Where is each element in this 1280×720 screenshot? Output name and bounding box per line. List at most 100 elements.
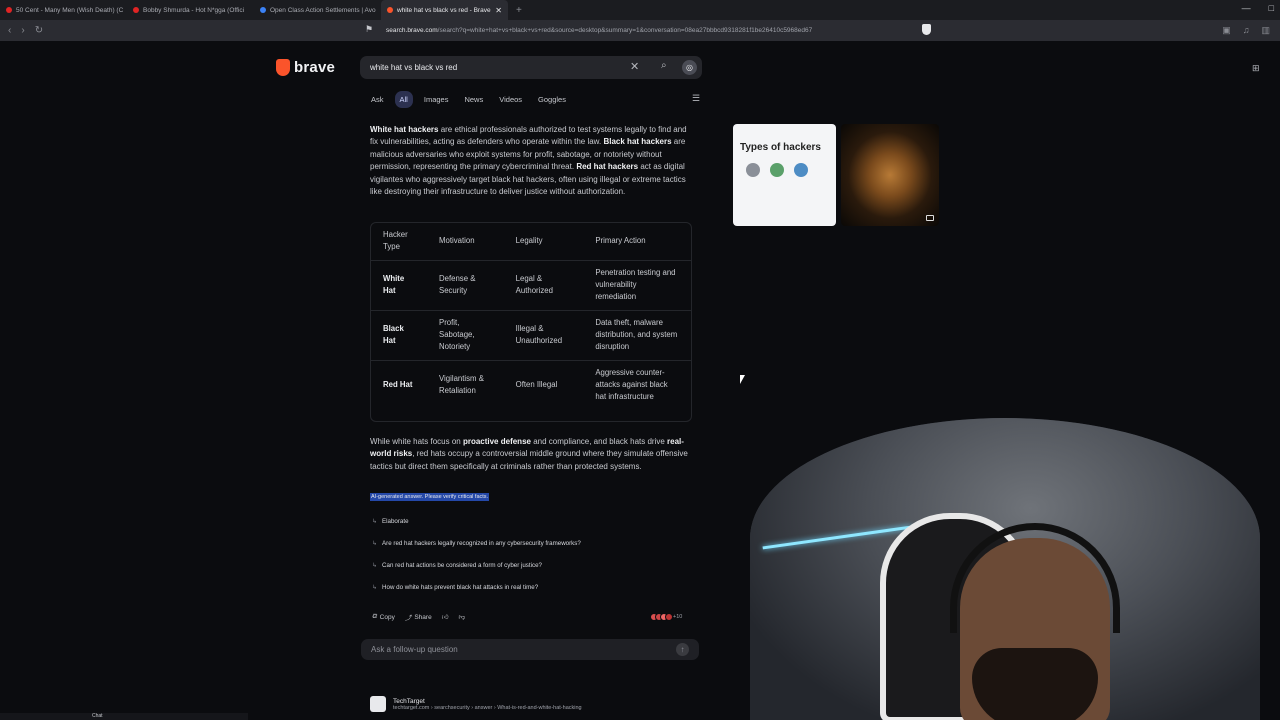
image-icon — [926, 215, 934, 221]
filter-images[interactable]: Images — [419, 91, 454, 108]
followup-chip[interactable]: ↳ Elaborate — [372, 518, 409, 525]
address-bar[interactable]: search.brave.com/search?q=white+hat+vs+b… — [386, 23, 916, 38]
maximize-icon[interactable]: □ — [1269, 3, 1274, 13]
text-run: and compliance, and black hats drive — [530, 437, 668, 446]
column-header: Legality — [502, 223, 583, 261]
mouse-cursor — [740, 375, 745, 384]
music-icon[interactable]: ♫ — [1243, 25, 1250, 36]
followup-chip[interactable]: ↳ Can red hat actions be considered a for… — [372, 562, 542, 569]
followup-placeholder: Ask a follow-up question — [371, 645, 458, 654]
followup-chip[interactable]: ↳ Are red hat hackers legally recognized … — [372, 540, 581, 547]
text-run: , red hats occupy a controversial middle… — [370, 449, 688, 471]
table-cell: Black Hat — [370, 310, 426, 361]
toolbar-extensions: ▣ ♫ ▥ — [1222, 25, 1270, 36]
settings-sliders-icon[interactable]: ☰ — [692, 93, 700, 104]
site-favicon — [260, 7, 266, 13]
search-result[interactable]: TechTarget techtarget.com › searchsecuri… — [370, 696, 582, 712]
answer-actions: ⧉ Copy ⤴ Share 👍︎ 👎︎ — [372, 612, 465, 622]
brave-shields-icon[interactable] — [922, 24, 931, 35]
answer-term: Red hat hackers — [576, 162, 639, 172]
search-box[interactable]: white hat vs black vs red ✕ ⌕ ◎ — [360, 56, 702, 79]
close-tab-icon[interactable]: ✕ — [495, 6, 502, 15]
brave-logo[interactable]: brave — [276, 59, 335, 76]
followup-label: Elaborate — [382, 518, 409, 525]
bookmark-icon[interactable]: ⚑ — [365, 24, 373, 35]
tab-title: 50 Cent - Many Men (Wish Death) (C — [16, 6, 124, 14]
image-card-types-of-hackers[interactable]: Types of hackers — [733, 124, 836, 226]
brave-favicon — [387, 7, 393, 13]
streamer-beard — [972, 648, 1098, 720]
followup-label: How do white hats prevent black hat atta… — [382, 584, 539, 591]
ai-assistant-icon[interactable]: ◎ — [682, 60, 697, 75]
hacker-head-icon — [794, 163, 808, 177]
nav-buttons: ‹ › ↻ — [8, 25, 43, 36]
back-icon[interactable]: ‹ — [8, 25, 11, 36]
table-cell: Defense & Security — [426, 260, 503, 311]
search-input[interactable]: white hat vs black vs red — [370, 63, 457, 72]
site-favicon — [370, 696, 386, 712]
text-run: While white hats focus on — [370, 437, 463, 446]
answer-term: White hat hackers — [370, 125, 439, 134]
minimize-icon[interactable]: — — [1242, 3, 1251, 13]
apps-grid-icon[interactable]: ⊞ — [1252, 63, 1260, 74]
sources-avatars[interactable]: +10 — [650, 613, 682, 621]
arrow-icon: ↳ — [372, 541, 378, 547]
filter-videos[interactable]: Videos — [494, 91, 527, 108]
reload-icon[interactable]: ↻ — [35, 25, 43, 36]
search-icon[interactable]: ⌕ — [661, 60, 667, 71]
copy-button[interactable]: ⧉ Copy — [372, 612, 395, 622]
tab-title: Open Class Action Settlements | Avo — [270, 6, 376, 14]
arrow-icon: ↳ — [372, 519, 378, 525]
answer-term: Black hat hackers — [603, 137, 672, 147]
table-cell: Profit, Sabotage, Notoriety — [426, 310, 503, 361]
webcam-overlay — [750, 418, 1260, 720]
table-row: White Hat Defense & Security Legal & Aut… — [370, 260, 692, 311]
send-icon[interactable]: ↑ — [676, 643, 689, 656]
followup-chip[interactable]: ↳ How do white hats prevent black hat att… — [372, 584, 538, 591]
panel-icon[interactable]: ▥ — [1261, 25, 1270, 36]
result-breadcrumb: techtarget.com › searchsecurity › answer… — [393, 704, 582, 711]
table-cell: Illegal & Unauthorized — [502, 310, 583, 361]
share-icon: ⤴ — [404, 615, 412, 622]
taskbar-chat[interactable]: Chat — [92, 713, 103, 719]
source-avatar — [665, 613, 673, 621]
browser-tab[interactable]: Open Class Action Settlements | Avo — [254, 0, 381, 20]
thumbs-down-icon[interactable]: 👎︎ — [459, 612, 466, 622]
ai-answer: White hat hackers are ethical profession… — [370, 124, 692, 198]
followup-input[interactable]: Ask a follow-up question ↑ — [361, 639, 699, 660]
address-host: search.brave.com — [386, 27, 438, 34]
hacker-icons — [746, 163, 836, 177]
tab-strip: 50 Cent - Many Men (Wish Death) (C Bobby… — [0, 0, 1280, 20]
filter-goggles[interactable]: Goggles — [533, 91, 571, 108]
column-header: Primary Action — [582, 223, 692, 261]
brave-lion-icon — [276, 59, 290, 76]
result-site: TechTarget — [393, 697, 425, 705]
clear-icon[interactable]: ✕ — [630, 60, 639, 73]
followup-label: Are red hat hackers legally recognized i… — [382, 540, 581, 547]
address-path: /search?q=white+hat+vs+black+vs+red&sour… — [437, 27, 813, 34]
filter-news[interactable]: News — [459, 91, 488, 108]
table-header-row: Hacker Type Motivation Legality Primary … — [370, 223, 692, 261]
browser-tab[interactable]: Bobby Shmurda - Hot N*gga (Offici — [127, 0, 254, 20]
table-cell: Often Illegal — [515, 380, 558, 390]
column-header: Hacker Type — [370, 223, 426, 261]
sidebar-icon[interactable]: ▣ — [1222, 25, 1231, 36]
youtube-icon — [6, 7, 12, 13]
followup-label: Can red hat actions be considered a form… — [382, 562, 542, 569]
browser-tab[interactable]: 50 Cent - Many Men (Wish Death) (C — [0, 0, 127, 20]
browser-tab-active[interactable]: white hat vs black vs red - Brave ✕ — [381, 0, 508, 20]
table-cell: Data theft, malware distribution, and sy… — [582, 310, 692, 361]
hacker-head-icon — [746, 163, 760, 177]
ai-disclaimer: AI-generated answer. Please verify criti… — [370, 493, 490, 501]
table-cell: Legal & Authorized — [502, 260, 583, 311]
filter-all[interactable]: All — [394, 91, 413, 108]
image-card-lion[interactable] — [841, 124, 939, 226]
thumbs-up-icon[interactable]: 👍︎ — [442, 612, 449, 622]
new-tab-button[interactable]: + — [516, 5, 522, 16]
table-cell: Vigilantism & Retaliation — [439, 373, 484, 396]
brand-text: brave — [294, 59, 336, 76]
forward-icon[interactable]: › — [21, 25, 24, 36]
answer-paragraph: While white hats focus on proactive defe… — [370, 436, 692, 473]
filter-ask[interactable]: Ask — [366, 91, 389, 108]
share-button[interactable]: ⤴ Share — [404, 612, 432, 623]
